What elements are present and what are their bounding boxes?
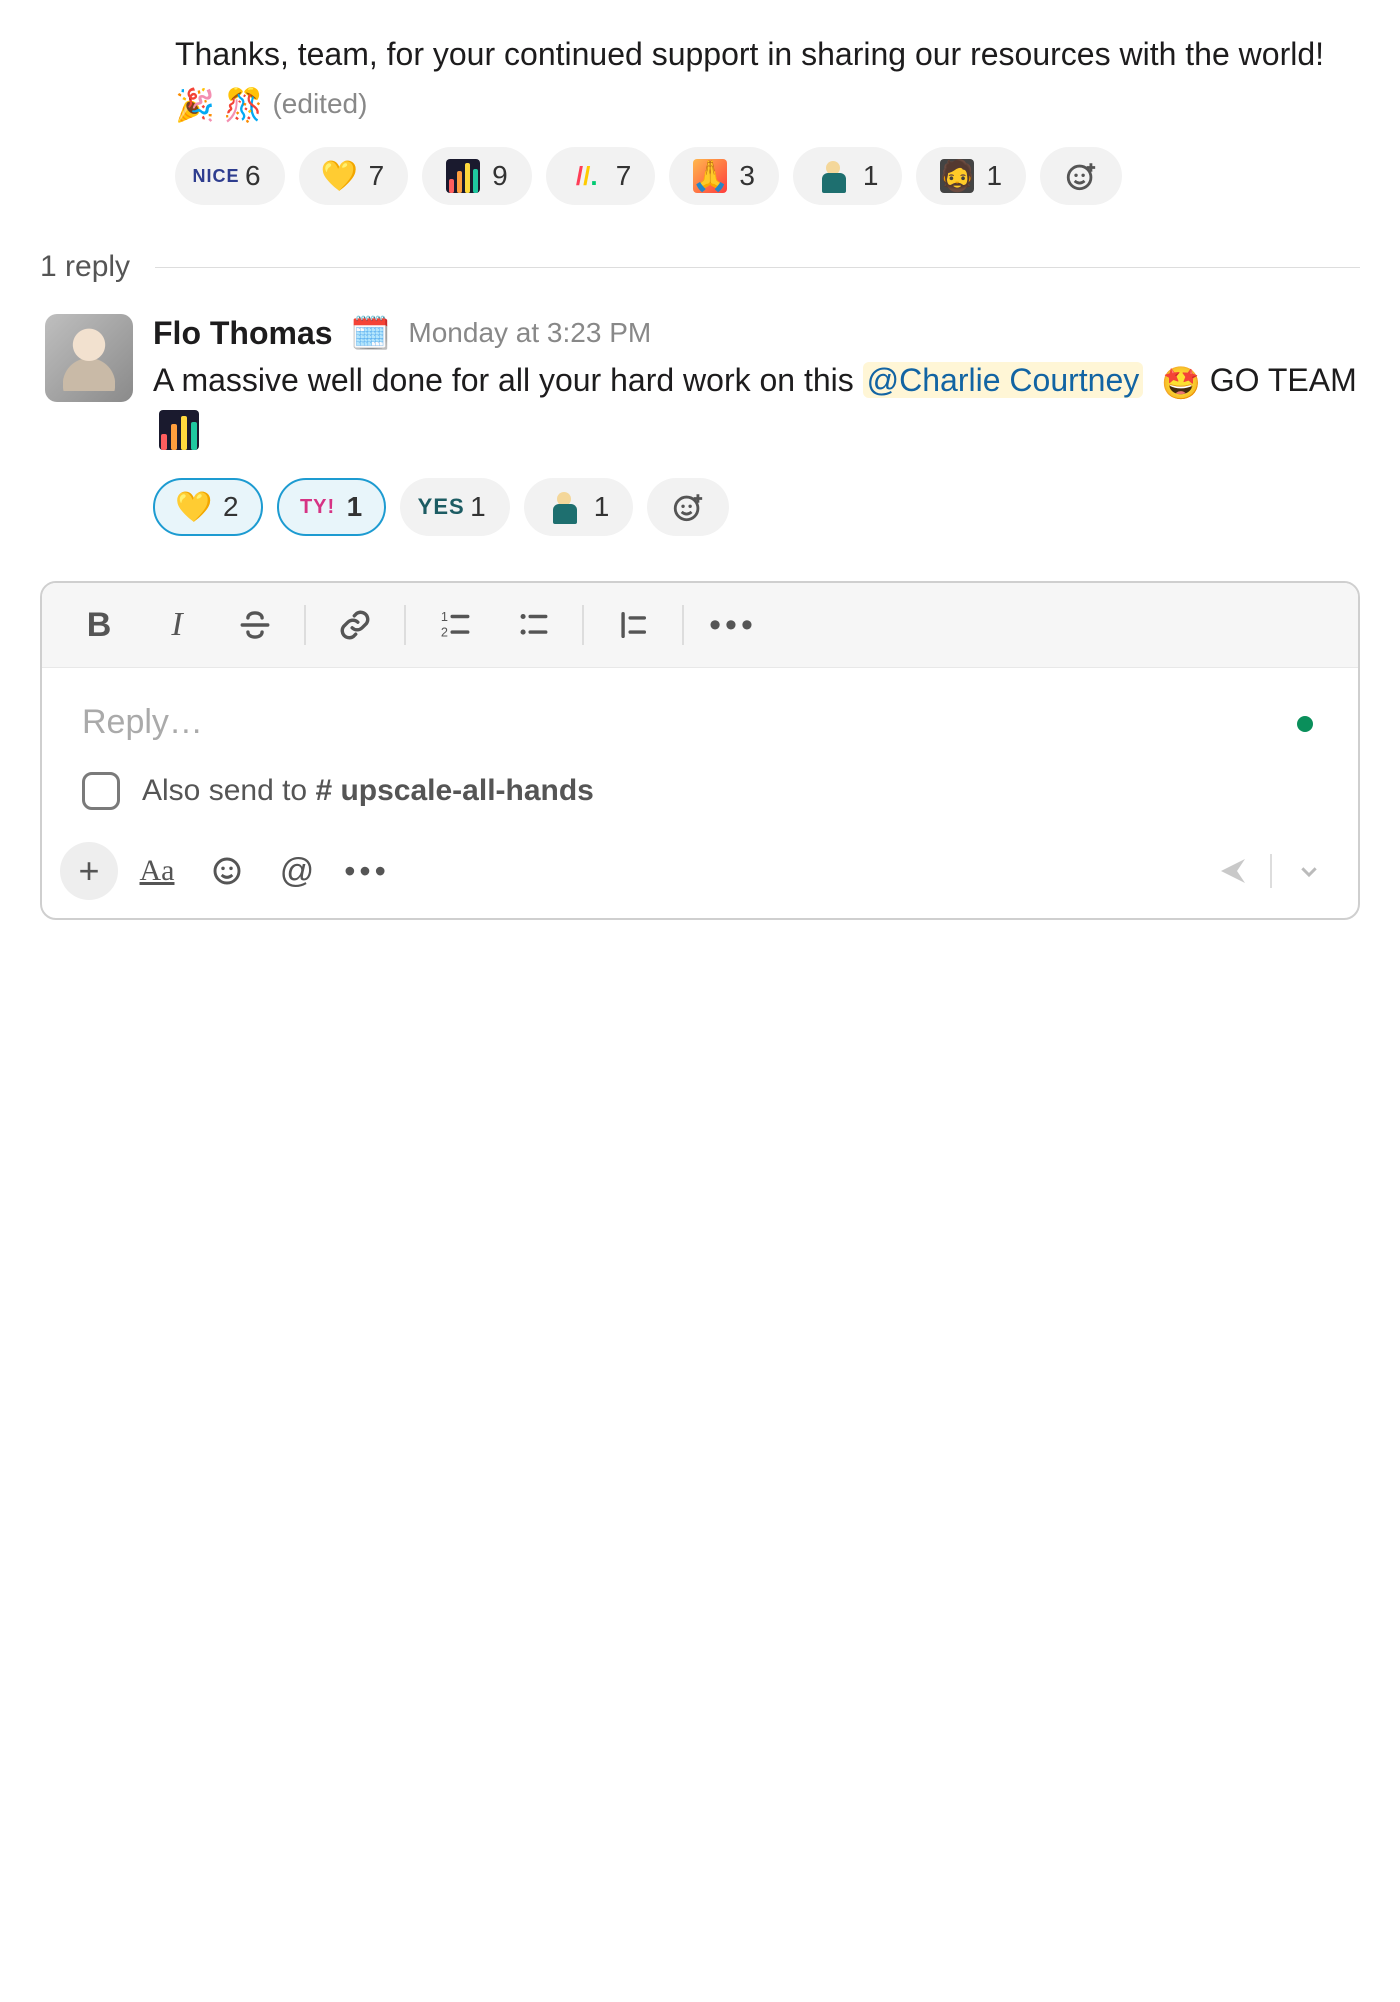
reaction-count: 1 xyxy=(347,491,363,523)
reaction-slashes[interactable]: //. 7 xyxy=(546,147,656,205)
reaction-yes[interactable]: YES 1 xyxy=(400,478,510,536)
reaction-nice[interactable]: NICE 6 xyxy=(175,147,285,205)
add-reaction-button[interactable] xyxy=(1040,147,1122,205)
add-reaction-button[interactable] xyxy=(647,478,729,536)
mention[interactable]: @Charlie Courtney xyxy=(863,362,1144,398)
reaction-burns[interactable]: 1 xyxy=(524,478,634,536)
status-emoji-calendar-icon: 🗓️ xyxy=(351,314,391,352)
also-send-checkbox[interactable] xyxy=(82,772,120,810)
reaction-heart[interactable]: 💛 7 xyxy=(299,147,409,205)
reply-reactions: 💛 2 TY! 1 YES 1 1 xyxy=(153,478,1360,536)
avatar[interactable] xyxy=(45,314,133,402)
more-actions-button[interactable]: ••• xyxy=(336,843,398,899)
reaction-count: 1 xyxy=(470,491,486,523)
svg-text:2: 2 xyxy=(441,625,448,640)
reaction-count: 9 xyxy=(492,160,508,192)
bold-button[interactable]: B xyxy=(60,597,138,653)
bars-logo-icon xyxy=(159,410,199,450)
bulleted-list-button[interactable] xyxy=(494,597,572,653)
add-reaction-icon xyxy=(671,490,705,524)
reaction-count: 3 xyxy=(739,160,755,192)
yellow-heart-icon: 💛 xyxy=(177,490,211,524)
toolbar-separator xyxy=(682,605,684,645)
slashes-icon: //. xyxy=(570,159,604,193)
parent-text: Thanks, team, for your continued support… xyxy=(175,36,1324,72)
burns-icon xyxy=(548,490,582,524)
reply-text-pre: A massive well done for all your hard wo… xyxy=(153,362,863,398)
also-send-label: Also send to # upscale-all-hands xyxy=(142,774,594,808)
parent-reactions: NICE 6 💛 7 9 //. 7 🙏 3 1 🧔 1 xyxy=(0,147,1400,205)
ordered-list-button[interactable]: 12 xyxy=(416,597,494,653)
plus-icon: + xyxy=(78,850,99,892)
reaction-burns[interactable]: 1 xyxy=(793,147,903,205)
more-formatting-button[interactable]: ••• xyxy=(694,597,772,653)
aa-icon: Aa xyxy=(140,854,175,888)
thread-reply: Flo Thomas 🗓️ Monday at 3:23 PM A massiv… xyxy=(0,314,1400,536)
svg-text:1: 1 xyxy=(441,609,448,624)
send-options-button[interactable] xyxy=(1278,843,1340,899)
party-popper-icon: 🎉 xyxy=(175,87,215,123)
reaction-heart[interactable]: 💛 2 xyxy=(153,478,263,536)
reaction-count: 7 xyxy=(369,160,385,192)
toggle-formatting-button[interactable]: Aa xyxy=(126,843,188,899)
reply-composer: B I 12 ••• Reply… Also send to # upscale… xyxy=(40,581,1360,920)
toolbar-separator xyxy=(304,605,306,645)
also-send-channel: # upscale-all-hands xyxy=(315,774,593,807)
confetti-ball-icon: 🎊 xyxy=(224,87,264,123)
parent-message-text: Thanks, team, for your continued support… xyxy=(0,30,1400,129)
presence-indicator-icon xyxy=(1297,716,1313,732)
strikethrough-button[interactable] xyxy=(216,597,294,653)
composer-bottom-bar: + Aa @ ••• xyxy=(42,830,1358,918)
nice-icon: NICE xyxy=(199,159,233,193)
reaction-count: 1 xyxy=(986,160,1002,192)
reply-placeholder: Reply… xyxy=(82,703,203,741)
reply-timestamp[interactable]: Monday at 3:23 PM xyxy=(408,317,651,349)
mention-button[interactable]: @ xyxy=(266,843,328,899)
divider-line xyxy=(155,267,1360,268)
reaction-count: 6 xyxy=(245,160,261,192)
face-photo-icon: 🧔 xyxy=(940,159,974,193)
reaction-pray[interactable]: 🙏 3 xyxy=(669,147,779,205)
reaction-ty[interactable]: TY! 1 xyxy=(277,478,387,536)
reaction-count: 1 xyxy=(863,160,879,192)
yes-icon: YES xyxy=(424,490,458,524)
burns-icon xyxy=(817,159,851,193)
reply-text: A massive well done for all your hard wo… xyxy=(153,356,1360,458)
star-struck-icon: 🤩 xyxy=(1161,365,1201,401)
emoji-picker-button[interactable] xyxy=(196,843,258,899)
reply-count: 1 reply xyxy=(40,250,130,284)
italic-button[interactable]: I xyxy=(138,597,216,653)
ty-icon: TY! xyxy=(301,490,335,524)
at-icon: @ xyxy=(280,852,315,891)
attach-button[interactable]: + xyxy=(60,842,118,900)
reaction-count: 7 xyxy=(616,160,632,192)
edited-label: (edited) xyxy=(272,88,367,119)
send-button[interactable] xyxy=(1202,843,1264,899)
link-button[interactable] xyxy=(316,597,394,653)
format-toolbar: B I 12 ••• xyxy=(42,583,1358,668)
reaction-face[interactable]: 🧔 1 xyxy=(916,147,1026,205)
reply-input[interactable]: Reply… xyxy=(42,668,1358,762)
smiley-icon xyxy=(211,855,243,887)
toolbar-separator xyxy=(582,605,584,645)
reply-author[interactable]: Flo Thomas xyxy=(153,315,333,352)
send-icon xyxy=(1217,855,1249,887)
toolbar-separator xyxy=(404,605,406,645)
reaction-count: 2 xyxy=(223,491,239,523)
also-send-prefix: Also send to xyxy=(142,774,315,807)
praying-hands-icon: 🙏 xyxy=(693,159,727,193)
reaction-count: 1 xyxy=(594,491,610,523)
reply-text-post: GO TEAM xyxy=(1210,362,1357,398)
bars-logo-icon xyxy=(446,159,480,193)
reaction-bars[interactable]: 9 xyxy=(422,147,532,205)
add-reaction-icon xyxy=(1064,159,1098,193)
also-send-row: Also send to # upscale-all-hands xyxy=(42,762,1358,830)
chevron-down-icon xyxy=(1293,855,1325,887)
send-separator xyxy=(1270,854,1272,888)
thread-divider: 1 reply xyxy=(0,250,1400,284)
yellow-heart-icon: 💛 xyxy=(323,159,357,193)
blockquote-button[interactable] xyxy=(594,597,672,653)
